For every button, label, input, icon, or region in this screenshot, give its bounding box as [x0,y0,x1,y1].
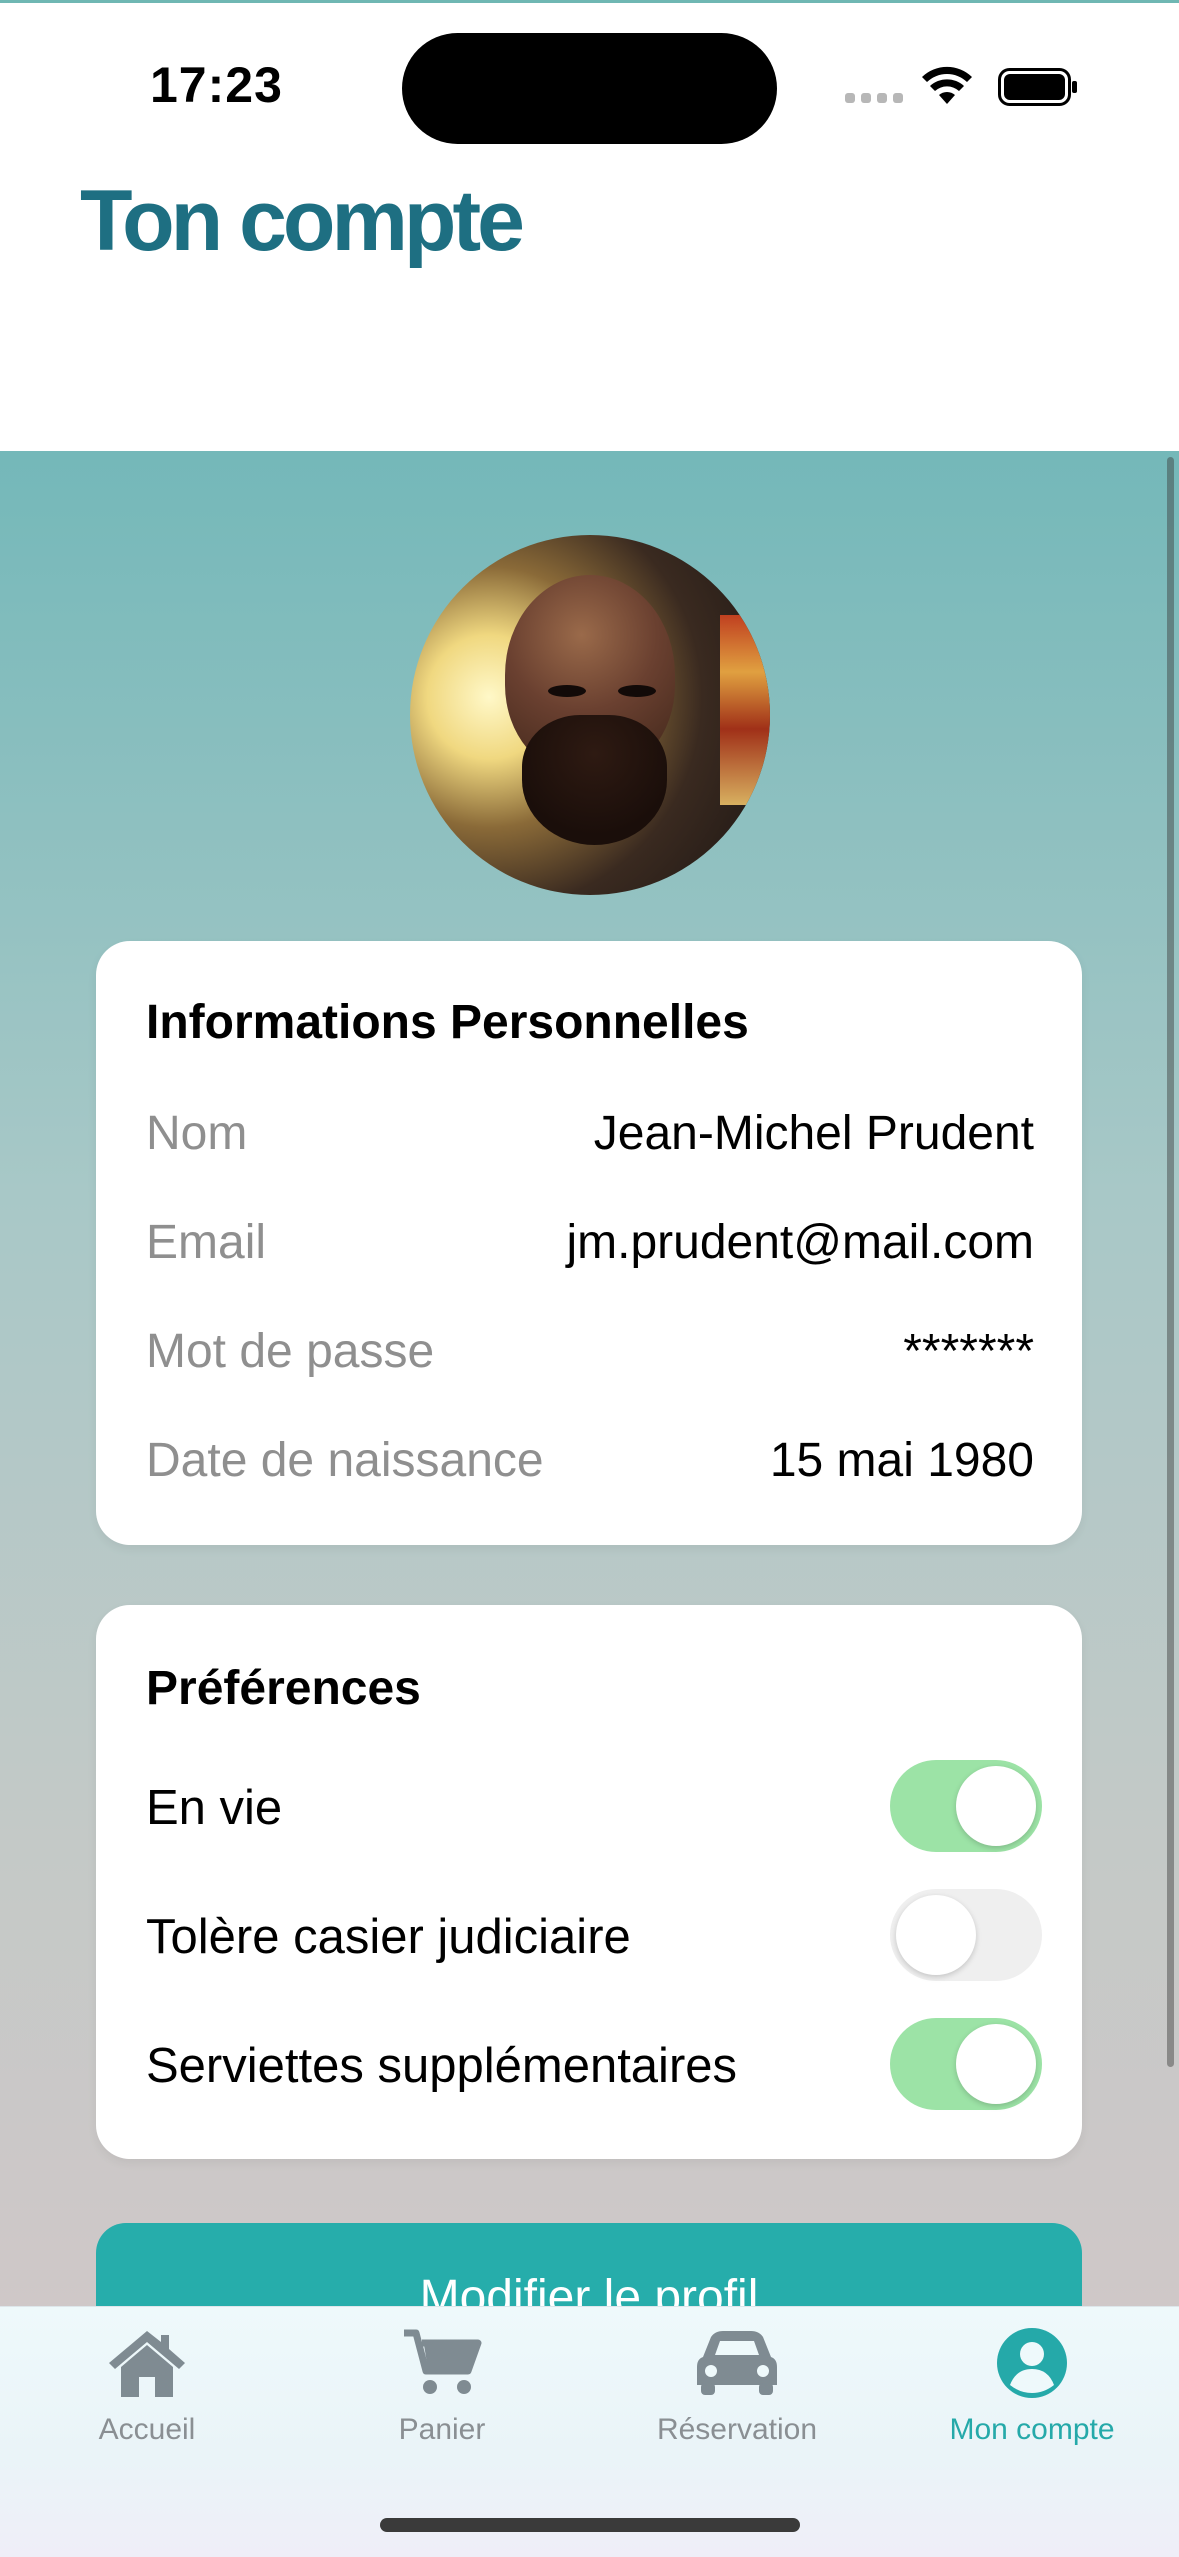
toggle-casier-judiciaire[interactable] [890,1889,1042,1981]
battery-icon [998,68,1077,106]
info-row-birthdate: Date de naissance 15 mai 1980 [146,1433,1034,1493]
tab-label: Réservation [656,2413,818,2446]
pref-label: En vie [146,1781,283,1835]
info-value: jm.prudent@mail.com [566,1216,1034,1269]
info-value: ******* [903,1325,1034,1378]
cart-icon [404,2329,482,2394]
info-label: Mot de passe [146,1325,435,1378]
pref-row-casier-judiciaire: Tolère casier judiciaire [146,1889,1042,1989]
tab-panier[interactable]: Panier [312,2327,572,2487]
pref-row-serviettes: Serviettes supplémentaires [146,2018,1042,2118]
info-row-nom: Nom Jean-Michel Prudent [146,1106,1034,1166]
home-indicator[interactable] [380,2518,800,2532]
info-value: 15 mai 1980 [769,1434,1034,1487]
cellular-signal-icon [845,93,905,105]
toggle-serviettes[interactable] [890,2018,1042,2110]
house-icon [109,2331,185,2397]
profile-avatar[interactable] [410,535,770,895]
preferences-title: Préférences [146,1662,421,1715]
tab-accueil[interactable]: Accueil [17,2327,277,2487]
tab-label: Mon compte [949,2413,1115,2446]
status-bar: 17:23 [0,0,1179,175]
pref-row-en-vie: En vie [146,1760,1042,1860]
car-icon [697,2331,777,2395]
toggle-en-vie[interactable] [890,1760,1042,1852]
edit-profile-button[interactable]: Modifier le profil [96,2223,1082,2306]
tab-reservation[interactable]: Réservation [607,2327,867,2487]
page-title: Ton compte [80,173,525,269]
info-label: Email [146,1216,267,1269]
scroll-indicator [1167,457,1174,2067]
status-time: 17:23 [150,57,283,113]
tab-label: Panier [398,2413,486,2446]
info-row-password: Mot de passe ******* [146,1324,1034,1384]
info-row-email: Email jm.prudent@mail.com [146,1215,1034,1275]
preferences-card: Préférences En vie Tolère casier judicia… [96,1605,1082,2159]
person-circle-icon [997,2328,1067,2398]
pref-label: Tolère casier judiciaire [146,1910,631,1964]
wifi-icon [922,66,972,104]
account-content-scroll[interactable]: Informations Personnelles Nom Jean-Miche… [0,451,1179,2306]
pref-label: Serviettes supplémentaires [146,2039,738,2093]
info-label: Date de naissance [146,1434,544,1487]
info-label: Nom [146,1107,248,1160]
dynamic-island [402,33,777,144]
personal-info-title: Informations Personnelles [146,996,749,1049]
tab-label: Accueil [98,2413,196,2446]
personal-info-card: Informations Personnelles Nom Jean-Miche… [96,941,1082,1545]
info-value: Jean-Michel Prudent [593,1107,1034,1160]
tab-mon-compte[interactable]: Mon compte [902,2327,1162,2487]
